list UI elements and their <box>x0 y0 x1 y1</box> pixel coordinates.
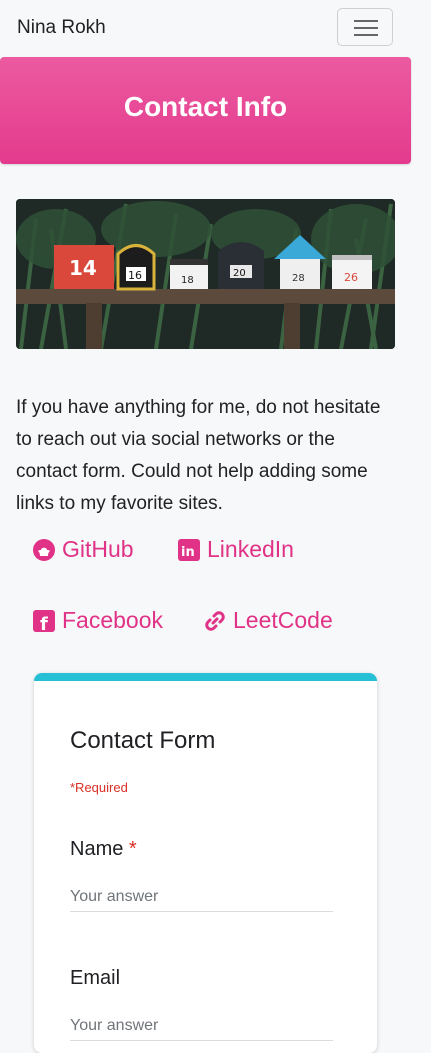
linkedin-label: LinkedIn <box>207 536 294 562</box>
facebook-icon: f <box>32 609 56 635</box>
name-label: Name <box>70 838 124 860</box>
brand-link[interactable]: Nina Rokh <box>17 17 106 39</box>
svg-text:in: in <box>181 545 195 560</box>
name-input[interactable]: Your answer <box>70 888 333 912</box>
linkedin-link[interactable]: in LinkedIn <box>177 536 294 563</box>
leetcode-label: LeetCode <box>233 607 333 633</box>
svg-text:20: 20 <box>233 268 246 279</box>
github-icon <box>32 538 56 562</box>
intro-text: If you have anything for me, do not hesi… <box>16 397 381 514</box>
name-question: Name * <box>70 838 137 861</box>
hero-banner: Contact Info <box>0 57 411 164</box>
required-asterisk: * <box>128 838 137 860</box>
github-link[interactable]: GitHub <box>32 536 134 563</box>
required-note: *Required <box>70 780 128 795</box>
hamburger-icon <box>354 20 378 22</box>
leetcode-link[interactable]: LeetCode <box>203 607 333 634</box>
form-title: Contact Form <box>70 727 216 754</box>
mailboxes-image: 14 16 18 20 28 26 <box>16 199 395 349</box>
facebook-link[interactable]: f Facebook <box>32 607 164 635</box>
email-label: Email <box>70 967 121 989</box>
menu-toggle-button[interactable] <box>337 8 393 46</box>
svg-text:f: f <box>40 614 48 633</box>
svg-text:16: 16 <box>128 269 142 282</box>
facebook-label: Facebook <box>62 607 164 633</box>
svg-text:18: 18 <box>181 275 194 286</box>
email-input[interactable]: Your answer <box>70 1017 333 1041</box>
github-label: GitHub <box>62 536 134 562</box>
linkedin-icon: in <box>177 538 201 562</box>
link-icon <box>203 609 227 633</box>
page-title: Contact Info <box>123 91 288 122</box>
svg-text:28: 28 <box>292 273 305 284</box>
contact-form-card: Contact Form *Required Name * Your answe… <box>34 673 377 1053</box>
navbar: Nina Rokh <box>0 0 431 56</box>
svg-text:14: 14 <box>69 256 97 280</box>
svg-text:26: 26 <box>344 271 358 284</box>
